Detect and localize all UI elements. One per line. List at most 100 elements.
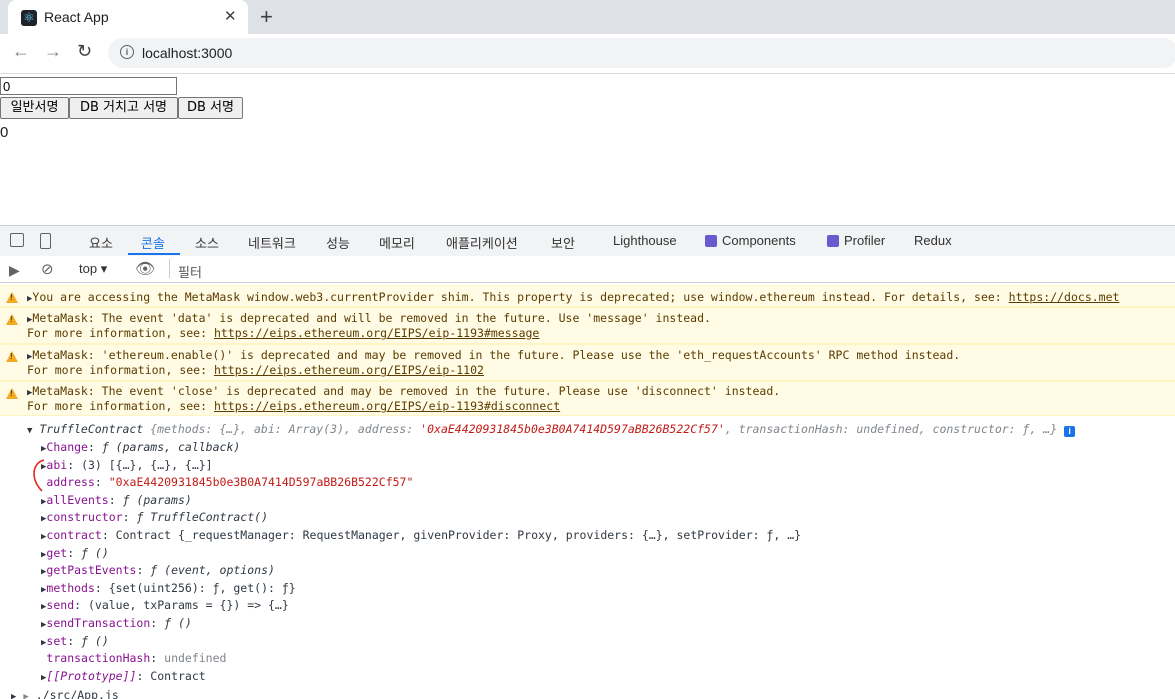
close-tab-icon[interactable]: ✕ bbox=[224, 7, 237, 25]
db-via-sign-button[interactable]: DB 거치고 서명 bbox=[69, 97, 178, 119]
property-value: ƒ () bbox=[164, 616, 192, 630]
red-annotation-mark bbox=[33, 459, 45, 492]
property-value: ƒ () bbox=[81, 633, 109, 648]
object-property[interactable]: ▶get: ƒ () bbox=[41, 546, 109, 560]
warning-link[interactable]: https://eips.ethereum.org/EIPS/eip-1102 bbox=[214, 363, 484, 377]
warning-link[interactable]: https://docs.met bbox=[1009, 290, 1120, 304]
address-bar[interactable]: i localhost:3000 bbox=[108, 38, 1175, 68]
object-property[interactable]: ▶constructor: ƒ TruffleContract() bbox=[41, 510, 268, 524]
page-content: 일반서명 DB 거치고 서명 DB 서명 0 bbox=[0, 74, 1175, 224]
tab-strip: ⚛ React App ✕ + bbox=[0, 0, 1175, 34]
react-devtools-icon bbox=[827, 235, 839, 247]
site-info-icon[interactable]: i bbox=[120, 45, 134, 59]
object-property[interactable]: ▶abi: (3) [{…}, {…}, {…}] bbox=[41, 458, 213, 472]
tab-network[interactable]: 네트워크 bbox=[248, 233, 296, 252]
warning-link[interactable]: https://eips.ethereum.org/EIPS/eip-1193#… bbox=[214, 326, 539, 340]
tab-performance[interactable]: 성능 bbox=[326, 233, 350, 252]
context-selector[interactable]: top ▾ bbox=[79, 261, 107, 277]
active-tab-indicator bbox=[128, 253, 180, 255]
console-warning: ▶MetaMask: 'ethereum.enable()' is deprec… bbox=[0, 344, 1175, 381]
collapse-icon[interactable]: ▼ bbox=[27, 426, 32, 436]
general-sign-button[interactable]: 일반서명 bbox=[0, 97, 69, 119]
property-key: abi bbox=[46, 457, 68, 472]
info-icon[interactable]: i bbox=[1064, 426, 1076, 437]
object-property[interactable]: ▶send: (value, txParams = {}) => {…} bbox=[41, 598, 289, 612]
object-property[interactable]: ▶sendTransaction: ƒ () bbox=[41, 616, 192, 630]
source-line[interactable]: ▶ ▶ ./src/App.js bbox=[11, 688, 119, 699]
property-value: (value, txParams = {}) => {…} bbox=[87, 598, 289, 613]
property-key: send bbox=[46, 598, 75, 613]
property-value: ƒ (params) bbox=[122, 492, 192, 507]
property-value: Contract {_requestManager: RequestManage… bbox=[115, 528, 802, 542]
db-sign-button[interactable]: DB 서명 bbox=[178, 97, 243, 119]
object-property[interactable]: ▶contract: Contract {_requestManager: Re… bbox=[41, 528, 801, 542]
tab-profiler[interactable]: Profiler bbox=[827, 233, 885, 248]
object-property[interactable]: ▶methods: {set(uint256): ƒ, get(): ƒ} bbox=[41, 581, 296, 595]
device-toolbar-icon[interactable] bbox=[40, 233, 51, 249]
number-input[interactable] bbox=[0, 77, 177, 95]
object-property[interactable]: ▶getPastEvents: ƒ (event, options) bbox=[41, 563, 275, 577]
inspect-element-icon[interactable] bbox=[10, 233, 24, 247]
console-warning: ▶MetaMask: The event 'data' is deprecate… bbox=[0, 307, 1175, 344]
property-key: constructor bbox=[46, 510, 123, 525]
tab-application[interactable]: 애플리케이션 bbox=[446, 233, 518, 252]
back-icon[interactable]: ← bbox=[12, 41, 30, 62]
tab-console[interactable]: 콘솔 bbox=[141, 233, 165, 252]
property-key: getPastEvents bbox=[46, 563, 137, 578]
property-key: allEvents bbox=[46, 492, 109, 507]
eye-icon[interactable]: 👁 bbox=[135, 259, 155, 279]
object-property[interactable]: ▶allEvents: ƒ (params) bbox=[41, 493, 192, 507]
console-toolbar: ▶ ⊘ top ▾ 👁 필터 bbox=[0, 256, 1175, 283]
warning-icon bbox=[6, 351, 18, 362]
property-key: [[Prototype]] bbox=[46, 668, 137, 683]
object-property: transactionHash: undefined bbox=[41, 651, 226, 665]
console-warning: ▶MetaMask: The event 'close' is deprecat… bbox=[0, 381, 1175, 416]
tab-title: React App bbox=[44, 9, 109, 25]
property-value: ƒ () bbox=[81, 545, 109, 560]
object-property[interactable]: ▶[[Prototype]]: Contract bbox=[41, 669, 206, 683]
tab-security[interactable]: 보안 bbox=[551, 233, 575, 252]
sidebar-toggle-icon[interactable]: ▶ bbox=[9, 262, 20, 279]
filter-input[interactable]: 필터 bbox=[169, 259, 1175, 280]
url-text: localhost:3000 bbox=[142, 45, 233, 61]
forward-icon[interactable]: → bbox=[44, 41, 62, 62]
devtools-tabbar: 요소 콘솔 소스 네트워크 성능 메모리 애플리케이션 보안 Lighthous… bbox=[0, 225, 1175, 257]
property-value: ƒ (event, options) bbox=[150, 563, 275, 578]
browser-tab[interactable]: ⚛ React App ✕ bbox=[8, 0, 248, 34]
property-value: ƒ (params, callback) bbox=[101, 440, 241, 454]
property-value: undefined bbox=[164, 651, 227, 666]
output-value: 0 bbox=[0, 124, 9, 141]
react-devtools-icon bbox=[705, 235, 717, 247]
tab-lighthouse[interactable]: Lighthouse bbox=[613, 233, 677, 248]
tab-memory[interactable]: 메모리 bbox=[379, 233, 415, 252]
property-key: Change bbox=[46, 440, 88, 454]
object-property[interactable]: ▶Change: ƒ (params, callback) bbox=[41, 440, 240, 454]
property-key: get bbox=[46, 545, 68, 560]
property-value: "0xaE4420931845b0e3B0A7414D597aBB26B522C… bbox=[108, 475, 414, 490]
console-output: ▶You are accessing the MetaMask window.w… bbox=[0, 283, 1175, 699]
warning-link[interactable]: https://eips.ethereum.org/EIPS/eip-1193#… bbox=[214, 399, 560, 413]
property-key: sendTransaction bbox=[46, 616, 151, 630]
browser-toolbar: ← → ↻ i localhost:3000 bbox=[0, 34, 1175, 74]
warning-icon bbox=[6, 292, 18, 303]
property-key: methods bbox=[46, 580, 95, 595]
tab-sources[interactable]: 소스 bbox=[195, 233, 219, 252]
new-tab-icon[interactable]: + bbox=[260, 4, 273, 30]
tab-redux[interactable]: Redux bbox=[914, 233, 952, 248]
tab-components[interactable]: Components bbox=[705, 233, 796, 248]
warning-icon bbox=[6, 314, 18, 325]
reload-icon[interactable]: ↻ bbox=[77, 41, 92, 62]
clear-console-icon[interactable]: ⊘ bbox=[41, 260, 54, 278]
warning-icon bbox=[6, 388, 18, 399]
console-warning: ▶You are accessing the MetaMask window.w… bbox=[0, 285, 1175, 307]
property-value: Contract bbox=[150, 668, 206, 683]
object-property: address: "0xaE4420931845b0e3B0A7414D597a… bbox=[41, 475, 413, 489]
filter-placeholder: 필터 bbox=[178, 265, 202, 280]
tab-elements[interactable]: 요소 bbox=[89, 233, 113, 252]
property-key: set bbox=[46, 633, 68, 648]
property-key: contract bbox=[46, 528, 102, 542]
react-logo-icon: ⚛ bbox=[21, 10, 37, 26]
object-property[interactable]: ▶set: ƒ () bbox=[41, 634, 109, 648]
property-value: (3) [{…}, {…}, {…}] bbox=[81, 457, 213, 472]
object-header[interactable]: ▼ TruffleContract {methods: {…}, abi: Ar… bbox=[27, 422, 1076, 437]
